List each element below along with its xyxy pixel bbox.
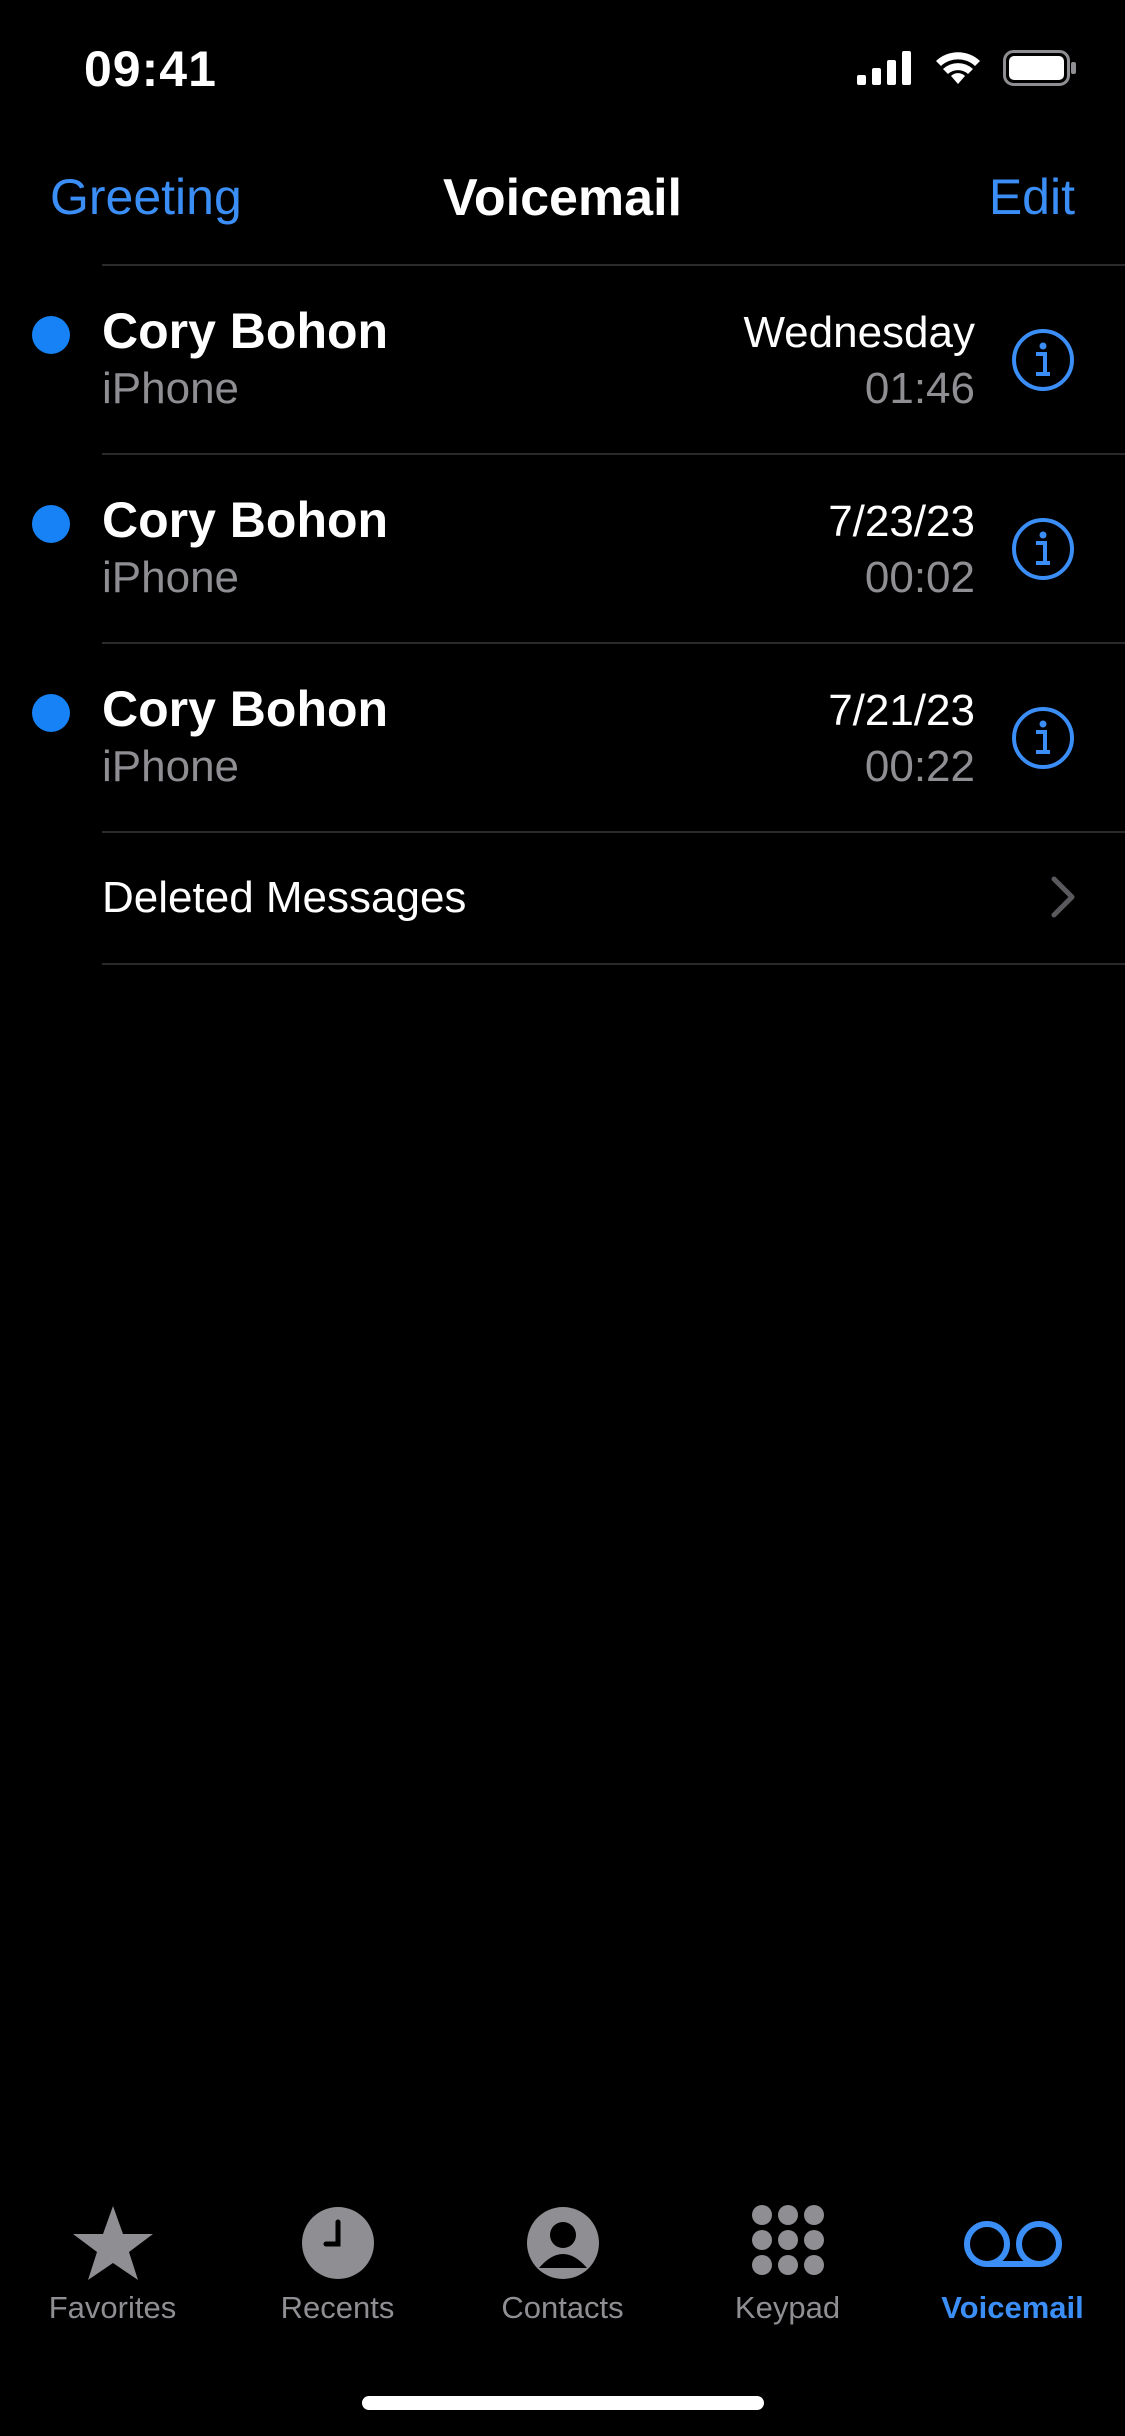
tab-bar: Favorites Recents Contacts Keypad Voicem… [0, 2180, 1125, 2330]
tab-label: Keypad [734, 2290, 841, 2325]
tab-favorites[interactable]: Favorites [0, 2180, 225, 2326]
wifi-icon [936, 52, 980, 84]
info-icon[interactable] [1011, 706, 1075, 770]
voicemail-date: 7/23/23 [828, 497, 975, 546]
unread-indicator [32, 505, 70, 543]
star-icon [72, 2206, 153, 2280]
voicemail-date: Wednesday [743, 308, 975, 357]
tab-label: Contacts [501, 2290, 624, 2325]
tab-label: Favorites [48, 2290, 177, 2325]
voicemail-date: 7/21/23 [828, 686, 975, 735]
tab-keypad[interactable]: Keypad [675, 2180, 900, 2326]
tab-recents[interactable]: Recents [225, 2180, 450, 2326]
caller-name: Cory Bohon [102, 492, 389, 548]
status-time: 09:41 [84, 41, 217, 97]
voicemail-duration: 00:02 [864, 553, 975, 602]
deleted-messages-row[interactable]: Deleted Messages [0, 833, 1125, 963]
status-bar: 09:41 [0, 0, 1125, 140]
caller-name: Cory Bohon [102, 681, 389, 737]
home-indicator[interactable] [362, 2396, 764, 2410]
voicemail-list: Cory Bohon iPhone Wednesday 01:46 Cory B… [0, 264, 1125, 965]
deleted-messages-label: Deleted Messages [102, 873, 467, 922]
caller-source: iPhone [102, 364, 240, 413]
navigation-bar: Greeting Voicemail Edit [0, 150, 1125, 250]
voicemail-row[interactable]: Cory Bohon iPhone 7/23/23 00:02 [0, 455, 1125, 642]
cellular-signal-icon [857, 51, 911, 85]
voicemail-duration: 01:46 [864, 364, 975, 413]
unread-indicator [32, 316, 70, 354]
chevron-right-icon [1051, 876, 1075, 918]
tab-voicemail[interactable]: Voicemail [900, 2180, 1125, 2326]
edit-button[interactable]: Edit [989, 168, 1075, 226]
caller-source: iPhone [102, 553, 240, 602]
divider [102, 963, 1125, 965]
person-circle-icon [526, 2207, 599, 2279]
voicemail-row[interactable]: Cory Bohon iPhone Wednesday 01:46 [0, 266, 1125, 453]
voicemail-icon [963, 2221, 1062, 2267]
caller-source: iPhone [102, 742, 240, 791]
unread-indicator [32, 694, 70, 732]
clock-icon [301, 2207, 374, 2279]
tab-contacts[interactable]: Contacts [450, 2180, 675, 2326]
keypad-icon [751, 2205, 824, 2275]
battery-icon [1003, 50, 1076, 86]
info-icon[interactable] [1011, 328, 1075, 392]
caller-name: Cory Bohon [102, 303, 389, 359]
status-icons [857, 50, 1077, 86]
page-title: Voicemail [443, 169, 682, 227]
voicemail-duration: 00:22 [864, 742, 975, 791]
tab-label: Recents [280, 2290, 395, 2325]
voicemail-row[interactable]: Cory Bohon iPhone 7/21/23 00:22 [0, 644, 1125, 831]
tab-label: Voicemail [941, 2290, 1084, 2325]
info-icon[interactable] [1011, 517, 1075, 581]
